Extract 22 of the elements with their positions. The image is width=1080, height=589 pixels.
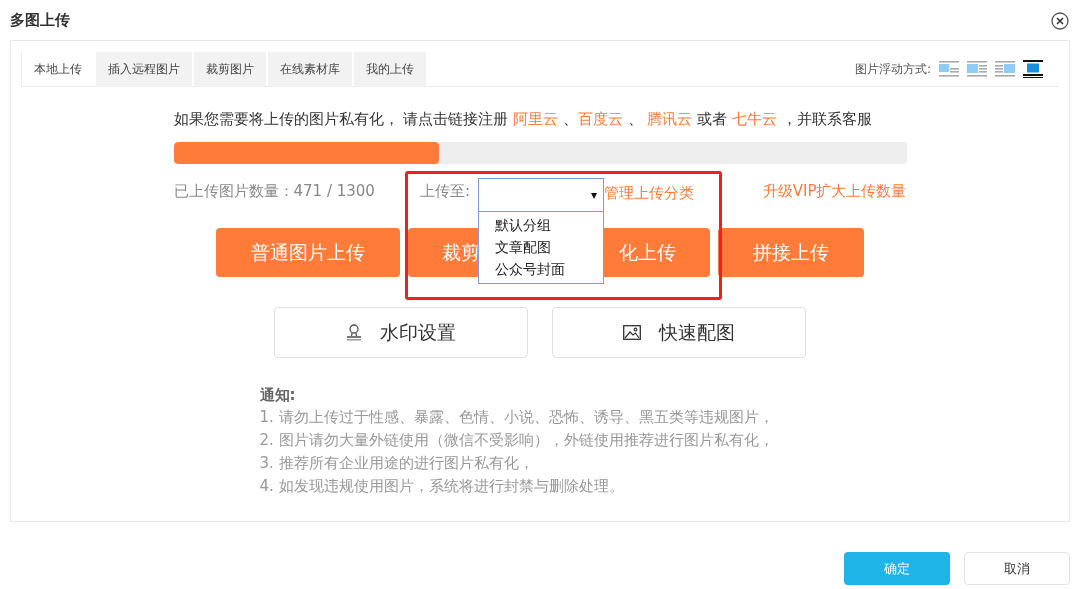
text-wrap-icon[interactable] — [1023, 60, 1045, 78]
tab[interactable]: 在线素材库 — [268, 52, 352, 86]
stamp-icon — [346, 324, 362, 341]
dialog-title: 多图上传 — [10, 10, 70, 30]
notice-item: 3. 推荐所有企业用途的进行图片私有化， — [259, 453, 535, 474]
close-button[interactable] — [1050, 11, 1070, 31]
cancel-button[interactable]: 取消 — [964, 552, 1070, 585]
category-select[interactable]: ▾ — [477, 178, 604, 212]
tab[interactable]: 插入远程图片 — [96, 52, 192, 86]
upload-count: 已上传图片数量：471 / 1300 — [173, 182, 375, 201]
float-mode-label: 图片浮动方式: — [854, 60, 931, 78]
notice-title: 通知: — [259, 385, 297, 406]
tab[interactable]: 我的上传 — [354, 52, 426, 86]
tab[interactable]: 裁剪图片 — [194, 52, 266, 86]
notice-item: 2. 图片请勿大量外链使用（微信不受影响），外链使用推荐进行图片私有化， — [259, 430, 775, 451]
notice-item: 4. 如发现违规使用图片，系统将进行封禁与删除处理。 — [259, 476, 625, 497]
upload-to-label: 上传至: — [419, 182, 470, 201]
privacy-notice: 如果您需要将上传的图片私有化， 请点击链接注册 阿里云 、百度云 、 腾讯云 或者 七牛云 ，并联系客服 — [173, 109, 873, 130]
watermark-settings-button[interactable]: 水印设置 — [274, 307, 528, 358]
image-icon — [623, 325, 641, 340]
quick-image-button[interactable]: 快速配图 — [552, 307, 806, 358]
notice-item: 1. 请勿上传过于性感、暴露、色情、小说、恐怖、诱导、黑五类等违规图片， — [259, 407, 775, 428]
